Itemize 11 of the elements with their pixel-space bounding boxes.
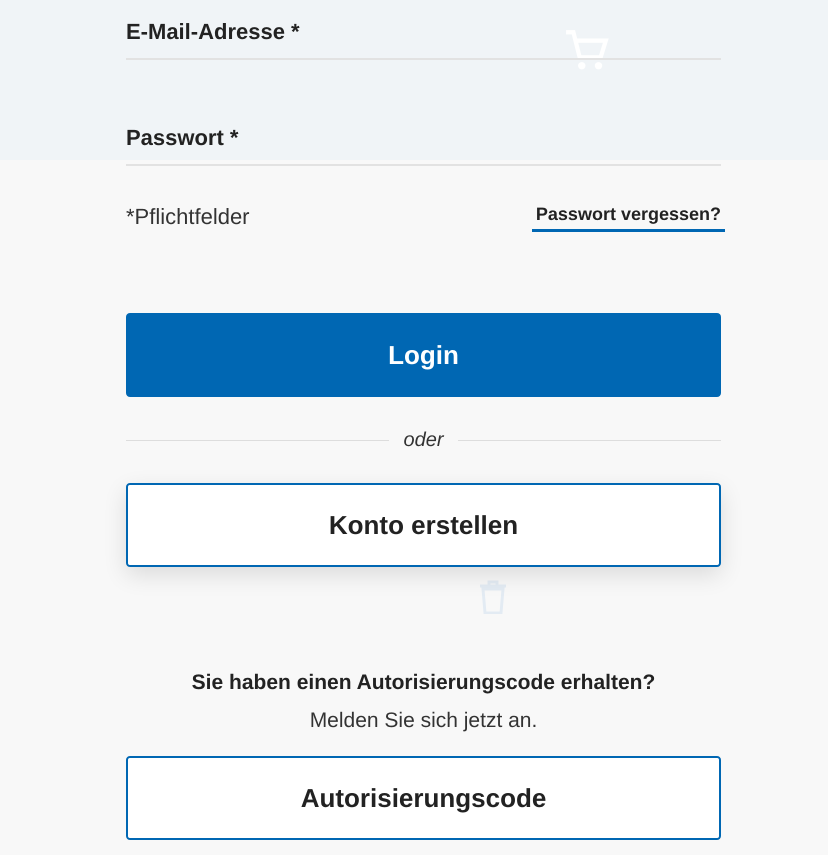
divider-text: oder bbox=[403, 428, 444, 453]
field-label: E-Mail-Adresse * bbox=[126, 18, 300, 46]
trash-icon[interactable] bbox=[478, 580, 508, 614]
auth-prompt-title: Sie haben einen Autorisierungscode erhalten? bbox=[190, 670, 656, 696]
auth-prompt-text: Melden Sie sich jetzt an. bbox=[308, 708, 538, 734]
create-account-button[interactable]: Konto erstellen bbox=[126, 483, 721, 567]
required-note: *Pflichtfelder bbox=[126, 203, 250, 231]
login-button[interactable]: Login bbox=[126, 313, 721, 397]
field-label: Passwort * bbox=[126, 124, 238, 152]
forgot-password-link[interactable]: Passwort vergessen? bbox=[532, 201, 725, 232]
authorization-code-button[interactable]: Autorisierungscode bbox=[126, 756, 721, 840]
